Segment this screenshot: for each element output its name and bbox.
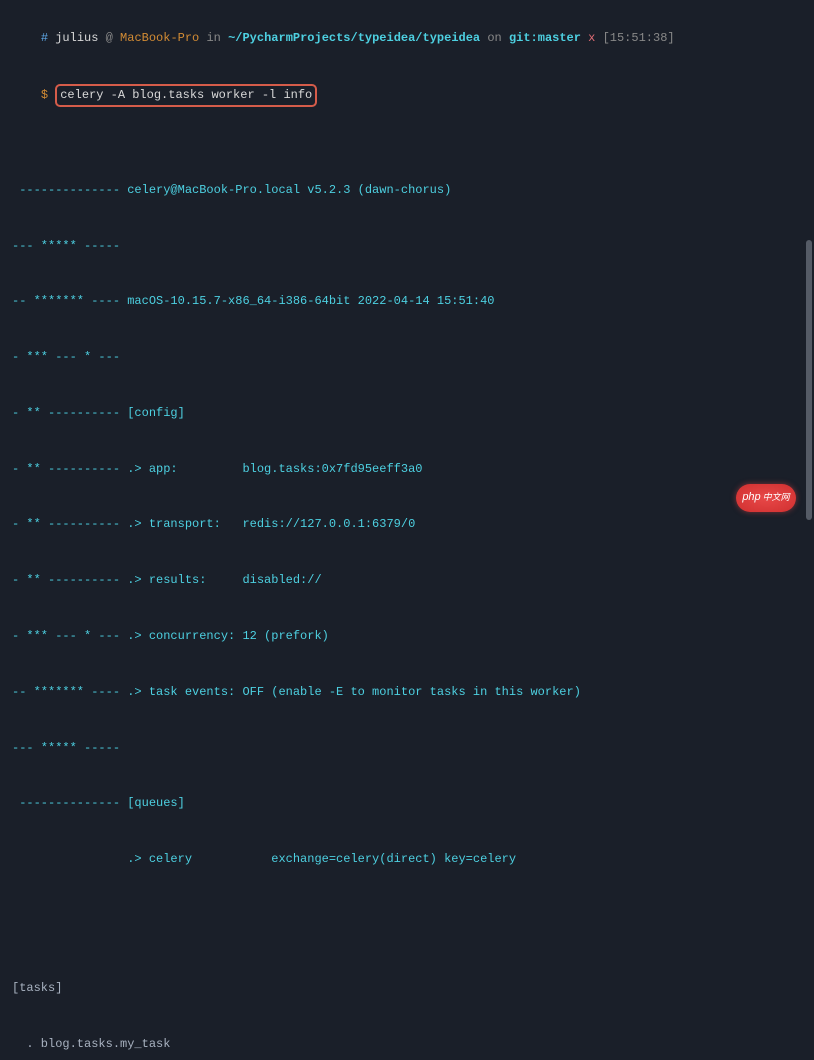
banner-line: --- ***** ----- <box>12 237 802 256</box>
shell-prompt-line-1: # julius @ MacBook-Pro in ~/PycharmProje… <box>12 10 802 66</box>
prompt-branch: master <box>538 31 581 45</box>
banner-line: -- ******* ---- macOS-10.15.7-x86_64-i38… <box>12 292 802 311</box>
terminal-output[interactable]: # julius @ MacBook-Pro in ~/PycharmProje… <box>12 10 802 1060</box>
task-item: . blog.tasks.my_task <box>12 1035 802 1054</box>
command-highlight-box: celery -A blog.tasks worker -l info <box>55 84 317 107</box>
banner-line: -------------- [queues] <box>12 794 802 813</box>
banner-line: -------------- celery@MacBook-Pro.local … <box>12 181 802 200</box>
banner-line: - *** --- * --- <box>12 348 802 367</box>
prompt-dollar: $ <box>41 88 48 102</box>
banner-line: - ** ---------- .> app: blog.tasks:0x7fd… <box>12 460 802 479</box>
scrollbar-thumb[interactable] <box>806 240 812 520</box>
prompt-user: julius <box>55 31 98 45</box>
prompt-git-label: git: <box>509 31 538 45</box>
banner-line: - ** ---------- .> transport: redis://12… <box>12 515 802 534</box>
banner-line: - *** --- * --- .> concurrency: 12 (pref… <box>12 627 802 646</box>
shell-prompt-line-2: $ celery -A blog.tasks worker -l info <box>12 66 802 126</box>
scrollbar-track[interactable] <box>806 0 812 530</box>
prompt-host: MacBook-Pro <box>120 31 199 45</box>
banner-line: - ** ---------- [config] <box>12 404 802 423</box>
prompt-dirty-indicator: x <box>588 31 595 45</box>
banner-line: - ** ---------- .> results: disabled:// <box>12 571 802 590</box>
watermark-text: php <box>742 489 760 506</box>
watermark-badge: php中文网 <box>736 484 796 512</box>
banner-line: .> celery exchange=celery(direct) key=ce… <box>12 850 802 869</box>
prompt-at: @ <box>106 31 113 45</box>
prompt-path: ~/PycharmProjects/typeidea/typeidea <box>228 31 480 45</box>
prompt-on: on <box>487 31 501 45</box>
watermark-cn: 中文网 <box>763 491 790 505</box>
prompt-time: [15:51:38] <box>603 31 675 45</box>
command-text: celery -A blog.tasks worker -l info <box>60 88 312 102</box>
prompt-in: in <box>206 31 220 45</box>
tasks-header: [tasks] <box>12 979 802 998</box>
banner-line: --- ***** ----- <box>12 739 802 758</box>
prompt-hash: # <box>41 31 48 45</box>
banner-line: -- ******* ---- .> task events: OFF (ena… <box>12 683 802 702</box>
tasks-section: [tasks] . blog.tasks.my_task . blog.task… <box>12 942 802 1060</box>
celery-banner: -------------- celery@MacBook-Pro.local … <box>12 144 802 906</box>
